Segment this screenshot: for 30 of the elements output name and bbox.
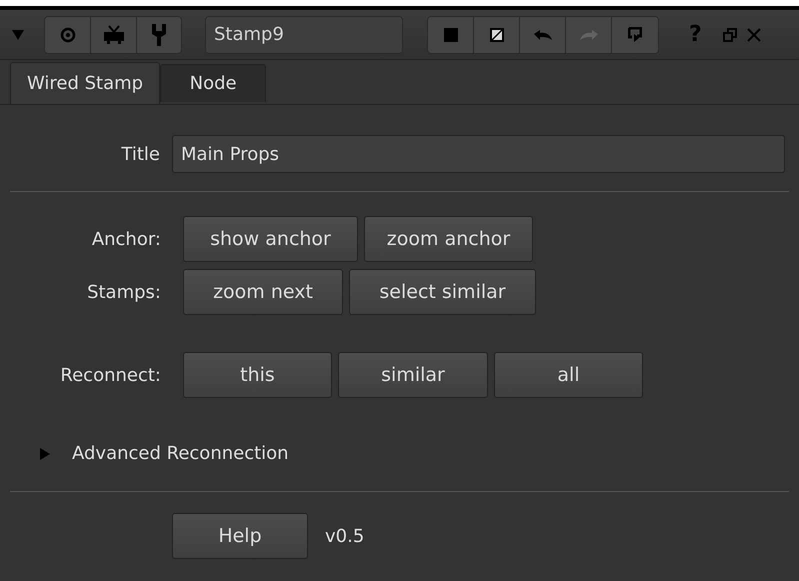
title-field[interactable]: Main Props bbox=[172, 135, 785, 173]
tab[interactable]: Node bbox=[160, 64, 266, 102]
tv-icon[interactable] bbox=[102, 24, 124, 44]
action-button[interactable]: all bbox=[494, 352, 643, 398]
target-icon[interactable] bbox=[60, 26, 76, 42]
close-icon[interactable] bbox=[746, 28, 761, 42]
action-button[interactable]: zoom anchor bbox=[364, 216, 533, 262]
row-label: Anchor: bbox=[90, 228, 161, 252]
field-label: Title bbox=[120, 142, 160, 166]
action-button[interactable]: this bbox=[183, 352, 332, 398]
version-label: v0.5 bbox=[325, 524, 364, 548]
row-label: Stamps: bbox=[86, 280, 161, 304]
wrench-icon[interactable] bbox=[151, 24, 167, 46]
collapse-triangle-icon[interactable] bbox=[12, 30, 24, 40]
action-button[interactable]: zoom next bbox=[183, 269, 343, 315]
restore-window-icon[interactable] bbox=[722, 28, 737, 42]
action-button[interactable]: select similar bbox=[349, 269, 536, 315]
action-button[interactable]: similar bbox=[338, 352, 488, 398]
redo-icon bbox=[578, 28, 598, 40]
action-button[interactable]: show anchor bbox=[183, 216, 358, 262]
collapsed-triangle-icon bbox=[40, 448, 50, 460]
undo-icon bbox=[532, 28, 552, 40]
advanced-toggle[interactable]: Advanced Reconnection bbox=[40, 440, 289, 467]
revert-icon bbox=[628, 26, 642, 42]
row-label: Reconnect: bbox=[59, 364, 161, 388]
split-square-icon bbox=[490, 28, 504, 42]
filled-square-icon bbox=[444, 28, 458, 42]
help-button[interactable]: Help bbox=[172, 513, 308, 559]
tab[interactable]: Wired Stamp bbox=[10, 62, 160, 104]
node-name-field[interactable]: Stamp9 bbox=[205, 16, 403, 54]
